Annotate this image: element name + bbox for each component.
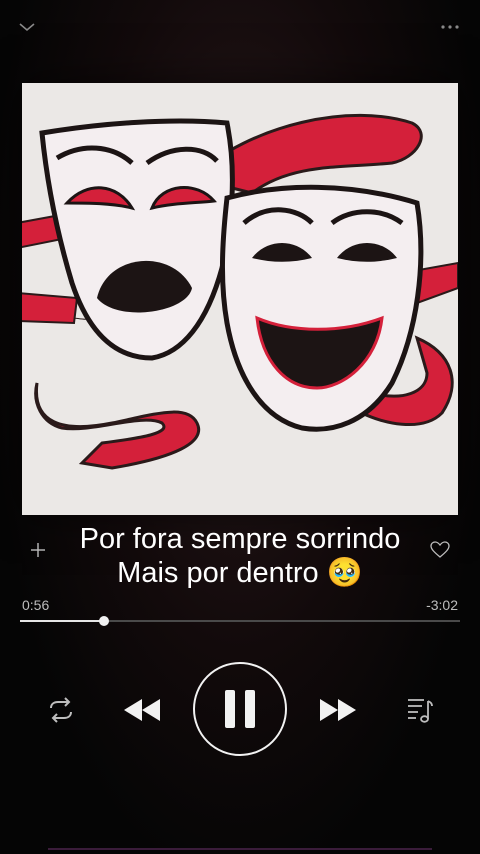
chevron-down-icon[interactable] bbox=[18, 18, 36, 36]
rewind-icon[interactable] bbox=[122, 694, 162, 726]
progress-handle[interactable] bbox=[98, 616, 109, 626]
repeat-icon[interactable] bbox=[46, 696, 76, 724]
lyric-line-1: Por fora sempre sorrindo bbox=[79, 523, 401, 555]
top-bar bbox=[0, 0, 480, 60]
plus-icon[interactable] bbox=[30, 542, 46, 558]
remaining-time: -3:02 bbox=[426, 597, 458, 613]
progress-fill bbox=[20, 620, 104, 622]
theatre-masks-illustration bbox=[22, 83, 458, 515]
elapsed-time: 0:56 bbox=[22, 597, 50, 613]
pause-icon bbox=[225, 690, 255, 728]
album-artwork bbox=[22, 83, 458, 515]
pause-button[interactable] bbox=[193, 662, 287, 756]
home-indicator-line bbox=[48, 848, 432, 850]
fast-forward-icon[interactable] bbox=[318, 694, 358, 726]
more-options-icon[interactable] bbox=[438, 18, 462, 36]
lyrics: Por fora sempre sorrindo Mais por dentro… bbox=[0, 522, 480, 590]
lyric-line-2: Mais por dentro 🥹 bbox=[117, 557, 363, 589]
heart-icon[interactable] bbox=[430, 541, 450, 559]
music-queue-icon[interactable] bbox=[406, 695, 434, 725]
progress-bar[interactable] bbox=[20, 616, 460, 626]
